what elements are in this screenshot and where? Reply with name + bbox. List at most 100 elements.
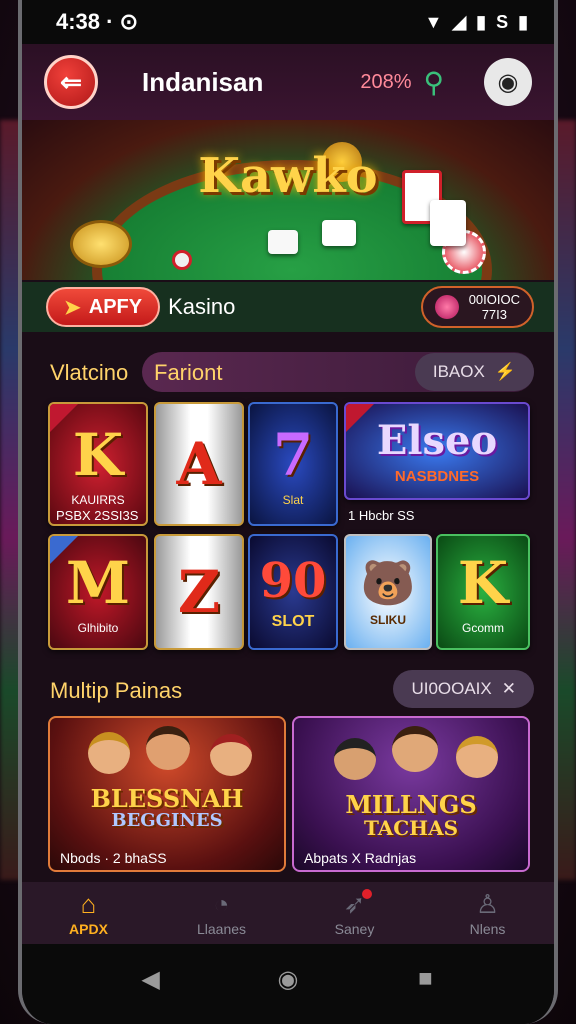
nav-item-user[interactable]: ♙ Nlens — [433, 889, 543, 937]
promo-card-caption: Abpats X Radnjas — [304, 850, 417, 866]
game-tile[interactable]: 7 Slat — [248, 402, 338, 526]
promo-code-button[interactable]: 00IOIOC 77I3 — [420, 286, 534, 328]
game-caption: 1 Hbcbr SS — [348, 508, 415, 523]
game-symbol: K — [72, 421, 124, 489]
character — [456, 736, 498, 778]
phone-frame: 4:38 · ⊙ ▼ ◢ ▮ S ▮ ⇐ Indanisan 208% ⚲ ◉ … — [18, 0, 558, 1024]
recents-icon[interactable]: ■ — [405, 965, 445, 993]
promo-card-subtitle: TACHAS — [363, 816, 459, 840]
home-icon: ⌂ — [80, 889, 97, 919]
game-label: SLIKU — [370, 613, 406, 627]
game-label: NASBDNES — [394, 468, 480, 485]
game-tile[interactable]: M Glhibito — [48, 534, 148, 650]
character — [392, 726, 438, 772]
game-label: Glhibito — [77, 621, 119, 635]
timer-icon: ◔ — [213, 889, 230, 919]
promo-card-caption: Nbods · 2 bhaSS — [60, 850, 167, 866]
notification-dot — [361, 889, 372, 899]
lightning-icon: ⚡ — [494, 362, 516, 381]
character — [334, 738, 376, 780]
camera-icon: ◉ — [497, 68, 519, 96]
nav-label: APDX — [69, 921, 108, 937]
promo-code-line1: 00IOIOC — [468, 292, 520, 307]
battery-full-icon: ▮ — [518, 11, 528, 32]
game-symbol: Elseo — [376, 417, 498, 464]
nav-item-rocket[interactable]: ➶ Saney — [300, 889, 410, 937]
game-symbol: 90 — [259, 553, 327, 609]
app-download-button[interactable]: ➤ APFY — [46, 287, 161, 327]
game-tile[interactable]: A — [154, 402, 244, 526]
game-caption: PSBX 2SSI3S — [56, 508, 139, 523]
promo-card[interactable]: BLESSNAH BEGGINES Nbods · 2 bhaSS — [48, 716, 286, 872]
logo-icon: ⇐ — [60, 66, 82, 97]
gem-icon — [434, 295, 459, 319]
promo-card-title: BLESSNAH — [90, 784, 244, 813]
game-symbol: 🐻 — [360, 558, 416, 609]
status-battery-text: S — [496, 11, 509, 32]
hot-badge — [346, 404, 374, 432]
home-circle-icon[interactable]: ◉ — [268, 965, 308, 994]
new-badge — [50, 536, 78, 564]
playing-card — [430, 200, 466, 246]
nav-label: Saney — [334, 921, 375, 937]
game-label: Slat — [282, 493, 304, 507]
search-icon[interactable]: ⚲ — [423, 66, 444, 99]
game-tile[interactable]: Elseo NASBDNES — [344, 402, 530, 500]
nav-item-home[interactable]: ⌂ APDX — [34, 889, 144, 937]
section2-title: Multip Painas — [50, 678, 183, 703]
app-header: ⇐ Indanisan 208% ⚲ ◉ — [22, 44, 554, 120]
promo-code: 00IOIOC 77I3 — [469, 292, 520, 322]
battery-icon: ▮ — [476, 11, 487, 32]
balance-display: 208% — [360, 70, 412, 93]
section1-subtitle: Fariont — [154, 360, 223, 385]
game-label: SLOT — [271, 613, 315, 630]
signal-icon: ◢ — [452, 11, 467, 32]
promo-card-subtitle: BEGGINES — [111, 810, 223, 831]
section1-filter-button[interactable]: IBAOX ⚡ — [414, 353, 534, 391]
status-bar: 4:38 · ⊙ ▼ ◢ ▮ S ▮ — [22, 0, 554, 44]
character — [210, 734, 252, 776]
game-label: KAUIRRS — [71, 493, 125, 507]
status-time: 4:38 · ⊙ — [56, 9, 139, 34]
character — [88, 732, 130, 774]
promo-card[interactable]: MILLNGS TACHAS Abpats X Radnjas — [292, 716, 530, 872]
chip — [172, 250, 192, 270]
section1-filter-label: IBAOX — [432, 362, 485, 381]
status-icons: ▼ ◢ ▮ S ▮ — [425, 12, 529, 33]
nav-item-timer[interactable]: ◔ Llaanes — [167, 889, 277, 937]
promo-bar: ➤ APFY Kasino 00IOIOC 77I3 — [22, 282, 554, 332]
hero-title: Kawko — [198, 148, 378, 204]
chip-stack — [70, 220, 132, 268]
system-nav-bar: ◀ ◉ ■ — [22, 944, 554, 1024]
section1-title: Vlatcino — [50, 360, 129, 385]
arrow-icon: ➤ — [64, 296, 81, 319]
app-title: Indanisan — [142, 66, 264, 97]
section2-filter-label: UI0OOAIX — [411, 679, 492, 698]
close-icon: ✕ — [501, 679, 516, 698]
promo-card-title: MILLNGS — [345, 790, 477, 819]
user-icon: ♙ — [475, 889, 500, 919]
bottom-nav: ⌂ APDX ◔ Llaanes ➶ Saney ♙ Nlens — [22, 882, 554, 944]
game-symbol: Z — [177, 558, 221, 626]
wifi-icon: ▼ — [424, 11, 443, 32]
section2-filter-button[interactable]: UI0OOAIX ✕ — [393, 670, 534, 708]
game-tile[interactable]: K Gcomm — [436, 534, 530, 650]
hot-badge — [50, 404, 78, 432]
game-tile[interactable]: 🐻 SLIKU — [344, 534, 432, 650]
character — [146, 726, 190, 770]
playing-card — [322, 220, 356, 246]
back-icon[interactable]: ◀ — [131, 965, 171, 994]
promo-label: Kasino — [168, 294, 236, 319]
promo-code-line2: 77I3 — [481, 307, 507, 322]
nav-label: Llaanes — [196, 921, 247, 937]
game-symbol: A — [176, 430, 222, 498]
game-tile[interactable]: Z — [154, 534, 244, 650]
game-tile[interactable]: 90 SLOT — [248, 534, 338, 650]
profile-button[interactable]: ◉ — [484, 58, 532, 106]
playing-card — [268, 230, 298, 254]
game-symbol: 7 — [272, 421, 314, 489]
hero-banner[interactable]: Kawko — [22, 120, 554, 280]
nav-label: Nlens — [469, 921, 506, 937]
app-logo-button[interactable]: ⇐ — [44, 55, 98, 109]
app-pill-label: APFY — [88, 295, 143, 318]
